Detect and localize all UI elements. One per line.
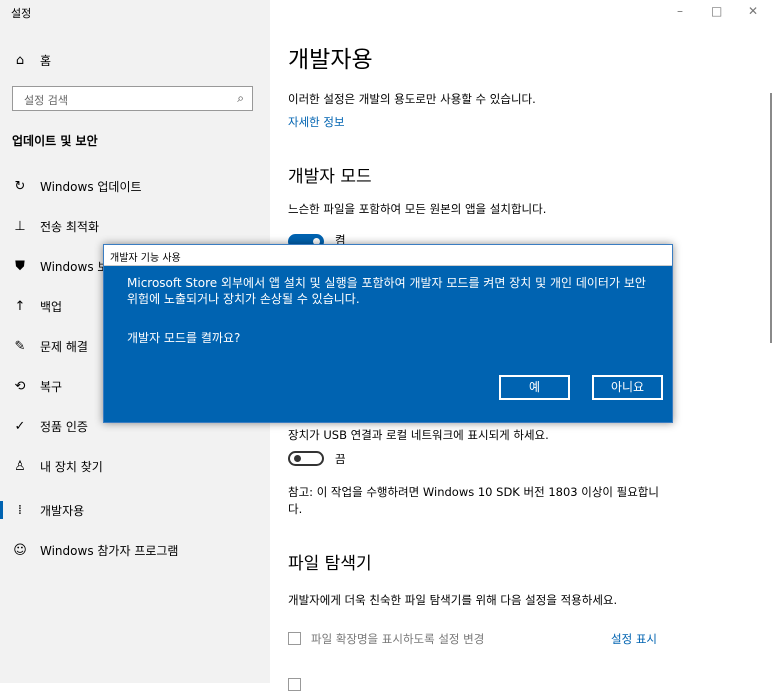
sidebar-item-label: 복구 bbox=[40, 379, 63, 394]
dev-mode-description: 느슨한 파일을 포함하여 모든 원본의 앱을 설치합니다. bbox=[288, 202, 547, 216]
section-title: 업데이트 및 보안 bbox=[12, 134, 98, 148]
sidebar-item-label: 문제 해결 bbox=[40, 339, 88, 354]
sidebar-item-delivery-optimization[interactable]: ⊥ 전송 최적화 bbox=[0, 206, 270, 246]
search-input[interactable]: 설정 검색 ⌕ bbox=[12, 86, 253, 111]
developer-tools-icon: ⁞ bbox=[17, 502, 23, 518]
shield-icon: ⛊ bbox=[15, 258, 25, 274]
person-icon: ♙ bbox=[14, 458, 26, 474]
maximize-button[interactable]: □ bbox=[711, 4, 722, 18]
yes-button[interactable]: 예 bbox=[499, 375, 570, 400]
sidebar-item-label: 전송 최적화 bbox=[40, 219, 100, 234]
dialog-title-bar: 개발자 기능 사용 bbox=[104, 245, 672, 266]
sidebar-item-for-developers[interactable]: ⁞ 개발자용 bbox=[0, 490, 270, 530]
sidebar-item-find-my-device[interactable]: ♙ 내 장치 찾기 bbox=[0, 446, 270, 486]
no-button[interactable]: 아니요 bbox=[592, 375, 663, 400]
device-portal-toggle[interactable] bbox=[288, 451, 324, 466]
device-portal-toggle-label: 끔 bbox=[335, 452, 346, 466]
dev-mode-heading: 개발자 모드 bbox=[288, 167, 372, 187]
dialog-message: Microsoft Store 외부에서 앱 설치 및 실행을 포함하여 개발자… bbox=[127, 276, 646, 306]
toggle-knob bbox=[294, 455, 301, 462]
wrench-icon: ✎ bbox=[14, 338, 26, 354]
scrollbar[interactable] bbox=[770, 93, 772, 343]
sidebar-item-label: 백업 bbox=[40, 299, 63, 314]
file-explorer-heading: 파일 탐색기 bbox=[288, 554, 372, 574]
dialog-title: 개발자 기능 사용 bbox=[110, 253, 181, 264]
search-icon[interactable]: ⌕ bbox=[237, 91, 244, 106]
sidebar-item-label: Windows 참가자 프로그램 bbox=[40, 543, 179, 558]
insider-icon: ☺ bbox=[13, 542, 27, 558]
refresh-icon: ↻ bbox=[14, 178, 26, 194]
delivery-icon: ⊥ bbox=[14, 218, 26, 234]
minimize-button[interactable]: – bbox=[677, 4, 683, 18]
show-settings-link[interactable]: 설정 표시 bbox=[611, 631, 657, 648]
sidebar-item-windows-update[interactable]: ↻ Windows 업데이트 bbox=[0, 166, 270, 206]
sidebar-item-label: 정품 인증 bbox=[40, 419, 88, 434]
close-button[interactable]: ✕ bbox=[748, 4, 758, 18]
more-info-link[interactable]: 자세한 정보 bbox=[288, 114, 345, 131]
file-extensions-label: 파일 확장명을 표시하도록 설정 변경 bbox=[311, 632, 485, 646]
sdk-note: 참고: 이 작업을 수행하려면 Windows 10 SDK 버전 1803 이… bbox=[288, 485, 659, 516]
sidebar-item-label: 홈 bbox=[40, 53, 52, 68]
window-title: 설정 bbox=[11, 7, 32, 20]
intro-text: 이러한 설정은 개발의 용도로만 사용할 수 있습니다. bbox=[288, 92, 536, 106]
next-option-checkbox[interactable] bbox=[288, 678, 301, 691]
sidebar-item-label: 개발자용 bbox=[40, 503, 85, 518]
file-explorer-description: 개발자에게 더욱 친숙한 파일 탐색기를 위해 다음 설정을 적용하세요. bbox=[288, 593, 618, 607]
page-title: 개발자용 bbox=[288, 47, 373, 73]
recovery-icon: ⟲ bbox=[14, 378, 26, 394]
home-icon: ⌂ bbox=[15, 52, 25, 68]
sidebar-item-home[interactable]: ⌂ 홈 bbox=[0, 40, 270, 80]
sidebar-item-label: Windows 업데이트 bbox=[40, 179, 142, 194]
file-extensions-checkbox[interactable] bbox=[288, 632, 301, 645]
enable-dev-features-dialog: 개발자 기능 사용 Microsoft Store 외부에서 앱 설치 및 실행… bbox=[103, 244, 673, 423]
backup-icon: ↑ bbox=[14, 298, 26, 314]
sidebar-item-label: 내 장치 찾기 bbox=[40, 459, 103, 474]
check-circle-icon: ✓ bbox=[14, 418, 26, 434]
dialog-question: 개발자 모드를 켤까요? bbox=[127, 331, 241, 345]
sidebar-item-insider-program[interactable]: ☺ Windows 참가자 프로그램 bbox=[0, 530, 270, 570]
device-portal-description: 장치가 USB 연결과 로컬 네트워크에 표시되게 하세요. bbox=[288, 428, 549, 442]
search-placeholder: 설정 검색 bbox=[24, 94, 68, 107]
